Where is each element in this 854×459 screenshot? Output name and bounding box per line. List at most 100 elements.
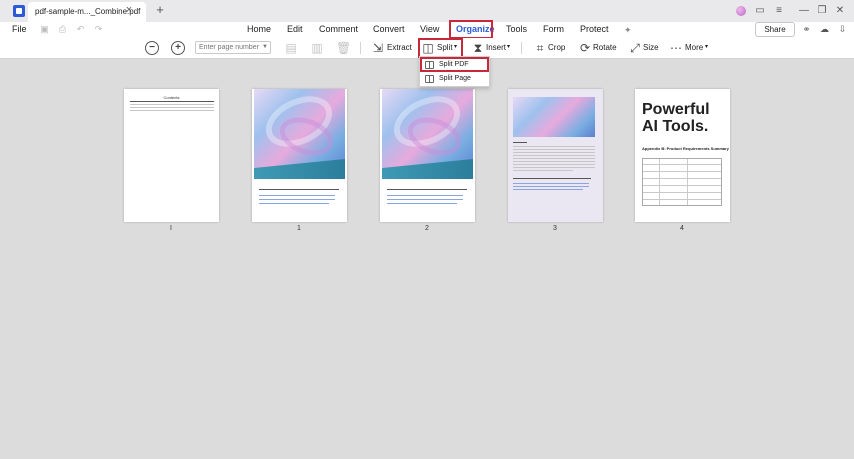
extract-button[interactable]: Extract — [387, 43, 412, 52]
rotate-icon[interactable]: ⟳ — [578, 41, 592, 55]
print-icon[interactable]: ⎙ — [57, 24, 68, 35]
menu-home[interactable]: Home — [247, 24, 271, 34]
link-line — [513, 189, 583, 190]
menu-comment[interactable]: Comment — [319, 24, 358, 34]
text-line — [513, 164, 595, 165]
insert-icon[interactable]: ⧗ — [471, 41, 485, 55]
menu-edit[interactable]: Edit — [287, 24, 303, 34]
close-tab-icon[interactable]: × — [123, 4, 135, 17]
table-row-line — [643, 164, 721, 165]
table-row-line — [643, 199, 721, 200]
avatar[interactable] — [736, 6, 746, 16]
chevron-down-icon[interactable]: ▼ — [262, 44, 268, 50]
toc-title: Contents — [163, 95, 180, 100]
split-highlight-box — [418, 38, 463, 58]
table-col-line — [659, 159, 660, 205]
app-logo-icon — [13, 5, 25, 17]
link-line — [387, 199, 463, 200]
toolbar-divider — [521, 42, 522, 54]
cloud-upload-icon[interactable]: ☁ — [819, 24, 830, 35]
page-thumbnail[interactable] — [380, 89, 475, 222]
new-tab-icon[interactable]: + — [154, 3, 166, 17]
split-page-icon — [425, 75, 434, 83]
menu-icon[interactable]: ≡ — [773, 4, 785, 18]
text-line — [513, 161, 595, 162]
more-icon[interactable]: ⋯ — [669, 41, 683, 55]
download-icon[interactable]: ⇩ — [837, 24, 848, 35]
cover-image — [254, 89, 345, 179]
insert-button[interactable]: Insert — [486, 43, 506, 52]
page-image — [513, 97, 595, 137]
link-line — [259, 195, 335, 196]
slide-headline: Powerful AI Tools. — [642, 101, 710, 135]
requirements-table — [642, 158, 722, 206]
text-line — [513, 170, 573, 171]
size-icon[interactable]: ⤢ — [628, 41, 642, 55]
size-button[interactable]: Size — [643, 43, 659, 52]
page-thumbnail[interactable]: Contents — [124, 89, 219, 222]
restore-icon[interactable]: ❐ — [816, 4, 828, 18]
zoom-out-icon[interactable]: − — [145, 41, 159, 55]
more-chevron-icon[interactable]: ▾ — [705, 43, 708, 50]
toc-line — [130, 110, 214, 111]
crop-icon[interactable]: ⌗ — [533, 41, 547, 55]
text-line — [513, 149, 595, 150]
menu-protect[interactable]: Protect — [580, 24, 609, 34]
page-thumbnail-selected[interactable] — [508, 89, 603, 222]
split-page-menu-item[interactable]: Split Page — [421, 73, 490, 86]
text-line — [513, 142, 527, 144]
link-line — [387, 203, 457, 204]
page-number-label: 1 — [297, 225, 301, 232]
close-window-icon[interactable]: ✕ — [834, 4, 846, 18]
menu-tools[interactable]: Tools — [506, 24, 527, 34]
crop-button[interactable]: Crop — [548, 43, 565, 52]
undo-icon[interactable]: ↶ — [75, 24, 86, 35]
text-line — [387, 189, 467, 191]
split-pdf-highlight-box — [420, 57, 489, 72]
text-line — [513, 158, 595, 159]
page-number-label: 3 — [553, 225, 557, 232]
toc-line — [130, 101, 214, 103]
page-number-label: 2 — [425, 225, 429, 232]
share-button[interactable]: Share — [755, 22, 795, 37]
text-line — [513, 155, 595, 156]
table-row-line — [643, 178, 721, 179]
insert-chevron-icon[interactable]: ▾ — [507, 43, 510, 50]
insert-page-icon[interactable]: ▤ — [284, 41, 298, 55]
more-button[interactable]: More — [685, 43, 703, 52]
slide-subheading: Appendix B: Product Requirements Summary — [642, 146, 729, 151]
redo-icon[interactable]: ↷ — [93, 24, 104, 35]
table-row-line — [643, 185, 721, 186]
text-line — [513, 167, 595, 168]
menu-view[interactable]: View — [420, 24, 439, 34]
zoom-in-icon[interactable]: + — [171, 41, 185, 55]
delete-page-icon[interactable]: 🗑 — [336, 41, 351, 55]
table-col-line — [687, 159, 688, 205]
text-line — [513, 152, 595, 153]
cover-band — [382, 159, 473, 179]
rotate-button[interactable]: Rotate — [593, 43, 617, 52]
link-line — [259, 203, 329, 204]
split-page-label: Split Page — [439, 75, 471, 82]
page-thumbnail[interactable] — [252, 89, 347, 222]
extract-icon[interactable]: ⇲ — [371, 41, 385, 55]
toc-line — [130, 107, 214, 108]
table-row-line — [643, 192, 721, 193]
page-number-input[interactable] — [195, 41, 271, 54]
cover-band — [254, 159, 345, 179]
minimize-icon[interactable]: — — [798, 4, 810, 18]
message-icon[interactable]: ▭ — [754, 4, 766, 18]
file-menu[interactable]: File — [12, 24, 27, 34]
link-line — [259, 199, 335, 200]
menu-form[interactable]: Form — [543, 24, 564, 34]
replace-page-icon[interactable]: ▥ — [310, 41, 324, 55]
menu-convert[interactable]: Convert — [373, 24, 405, 34]
page-number-label: I — [170, 225, 172, 232]
connect-icon[interactable]: ⚭ — [801, 24, 812, 35]
page-thumbnail[interactable]: Powerful AI Tools. Appendix B: Product R… — [635, 89, 730, 222]
lightbulb-icon[interactable]: ✦ — [624, 25, 633, 35]
toolbar-divider — [360, 42, 361, 54]
organize-highlight-box — [449, 20, 493, 39]
save-icon[interactable]: ▣ — [39, 24, 50, 35]
table-row-line — [643, 171, 721, 172]
